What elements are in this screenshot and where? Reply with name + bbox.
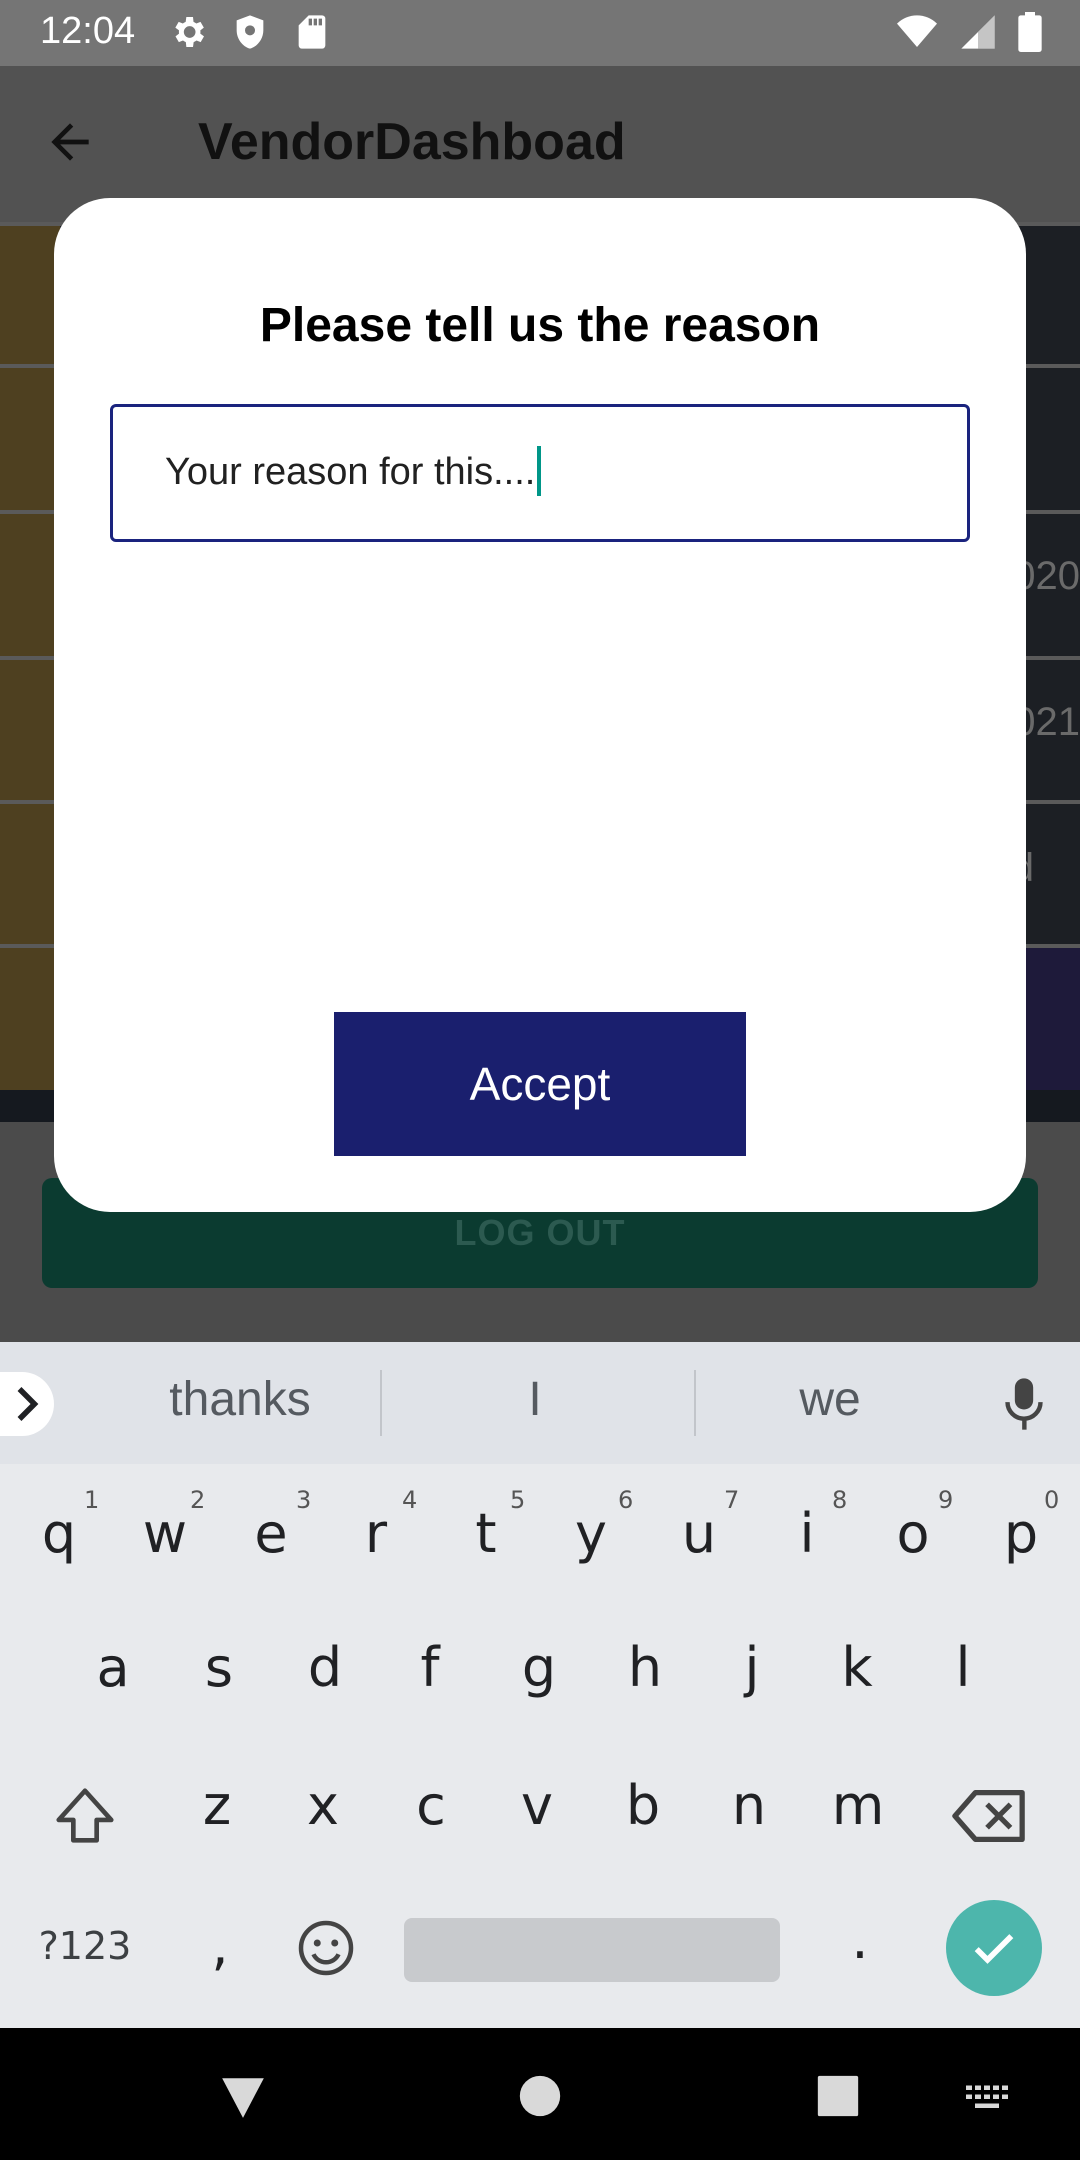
grid-cell [1020,948,1080,1090]
key-v[interactable]: v [512,1774,562,1837]
accept-button[interactable]: Accept [334,1012,746,1156]
key-hint: 1 [84,1486,100,1514]
key-f[interactable]: f [410,1636,450,1699]
key-comma[interactable]: , [200,1914,240,1977]
key-h[interactable]: h [620,1636,670,1699]
sd-card-icon [298,15,326,49]
status-bar: 12:04 [0,0,1080,66]
soft-keyboard: thanks I we q 1 w 2 e 3 r 4 t 5 y 6 u 7 … [0,1342,1080,2028]
text-cursor [537,445,542,496]
suggestion-divider [694,1370,696,1436]
key-s[interactable]: s [194,1636,244,1699]
key-hint: 7 [724,1486,740,1514]
enter-key[interactable] [946,1900,1042,1996]
app-title: VendorDashboad [198,113,626,171]
gear-icon [175,17,204,47]
back-arrow-icon[interactable] [42,114,98,170]
key-hint: 0 [1044,1486,1060,1514]
microphone-icon[interactable] [1002,1376,1046,1432]
key-b[interactable]: b [618,1774,668,1837]
key-hint: 5 [510,1486,526,1514]
navigation-bar [0,2028,1080,2160]
dialog-title: Please tell us the reason [259,299,821,352]
key-d[interactable]: d [300,1636,350,1699]
key-m[interactable]: m [828,1774,888,1837]
key-j[interactable]: j [732,1636,772,1699]
key-n[interactable]: n [724,1774,774,1837]
keyboard-switch-icon[interactable] [964,2084,1010,2114]
key-hint: 8 [832,1486,848,1514]
expand-toolbar-button[interactable] [0,1372,54,1436]
back-triangle-icon[interactable] [218,2072,268,2122]
key-hint: 9 [938,1486,954,1514]
signal-icon [961,15,995,49]
key-z[interactable]: z [192,1774,242,1837]
key-x[interactable]: x [298,1774,348,1837]
backspace-icon[interactable] [952,1786,1028,1846]
status-icons-right [894,12,1044,52]
space-bar[interactable] [404,1918,780,1982]
key-c[interactable]: c [406,1774,456,1837]
reason-dialog: Please tell us the reason Your reason fo… [54,198,1026,1212]
key-p[interactable]: p [996,1502,1046,1565]
suggestion-3[interactable]: we [710,1372,950,1427]
reason-input-value: Your reason for this.... [165,445,542,496]
status-time: 12:04 [40,10,136,52]
checkmark-icon [974,1934,1014,1964]
suggestion-divider [380,1370,382,1436]
key-k[interactable]: k [832,1636,882,1699]
recents-square-icon[interactable] [816,2074,860,2118]
key-g[interactable]: g [514,1636,564,1699]
key-e[interactable]: e [248,1502,294,1565]
status-icons-left [168,12,332,52]
home-circle-icon[interactable] [518,2074,562,2118]
suggestion-bar: thanks I we [0,1342,1080,1464]
key-hint: 3 [296,1486,312,1514]
key-hint: 2 [190,1486,206,1514]
key-w[interactable]: w [138,1502,192,1565]
key-t[interactable]: t [466,1502,506,1565]
symbols-key[interactable]: ?123 [30,1924,140,1968]
wifi-icon [897,15,937,47]
key-y[interactable]: y [566,1502,616,1565]
suggestion-1[interactable]: thanks [120,1372,360,1427]
key-r[interactable]: r [356,1502,396,1565]
battery-icon [1018,12,1042,52]
key-u[interactable]: u [676,1502,722,1565]
emoji-icon[interactable] [296,1918,356,1978]
reason-input[interactable]: Your reason for this.... [110,404,970,542]
key-o[interactable]: o [888,1502,938,1565]
key-a[interactable]: a [88,1636,138,1699]
key-l[interactable]: l [948,1636,978,1699]
shield-icon [236,15,264,49]
key-i[interactable]: i [790,1502,824,1565]
key-hint: 4 [402,1486,418,1514]
key-hint: 6 [618,1486,634,1514]
suggestion-2[interactable]: I [420,1372,650,1427]
chevron-right-icon [17,1387,39,1421]
key-period[interactable]: . [840,1908,880,1971]
key-q[interactable]: q [36,1502,82,1565]
shift-icon[interactable] [50,1782,120,1852]
